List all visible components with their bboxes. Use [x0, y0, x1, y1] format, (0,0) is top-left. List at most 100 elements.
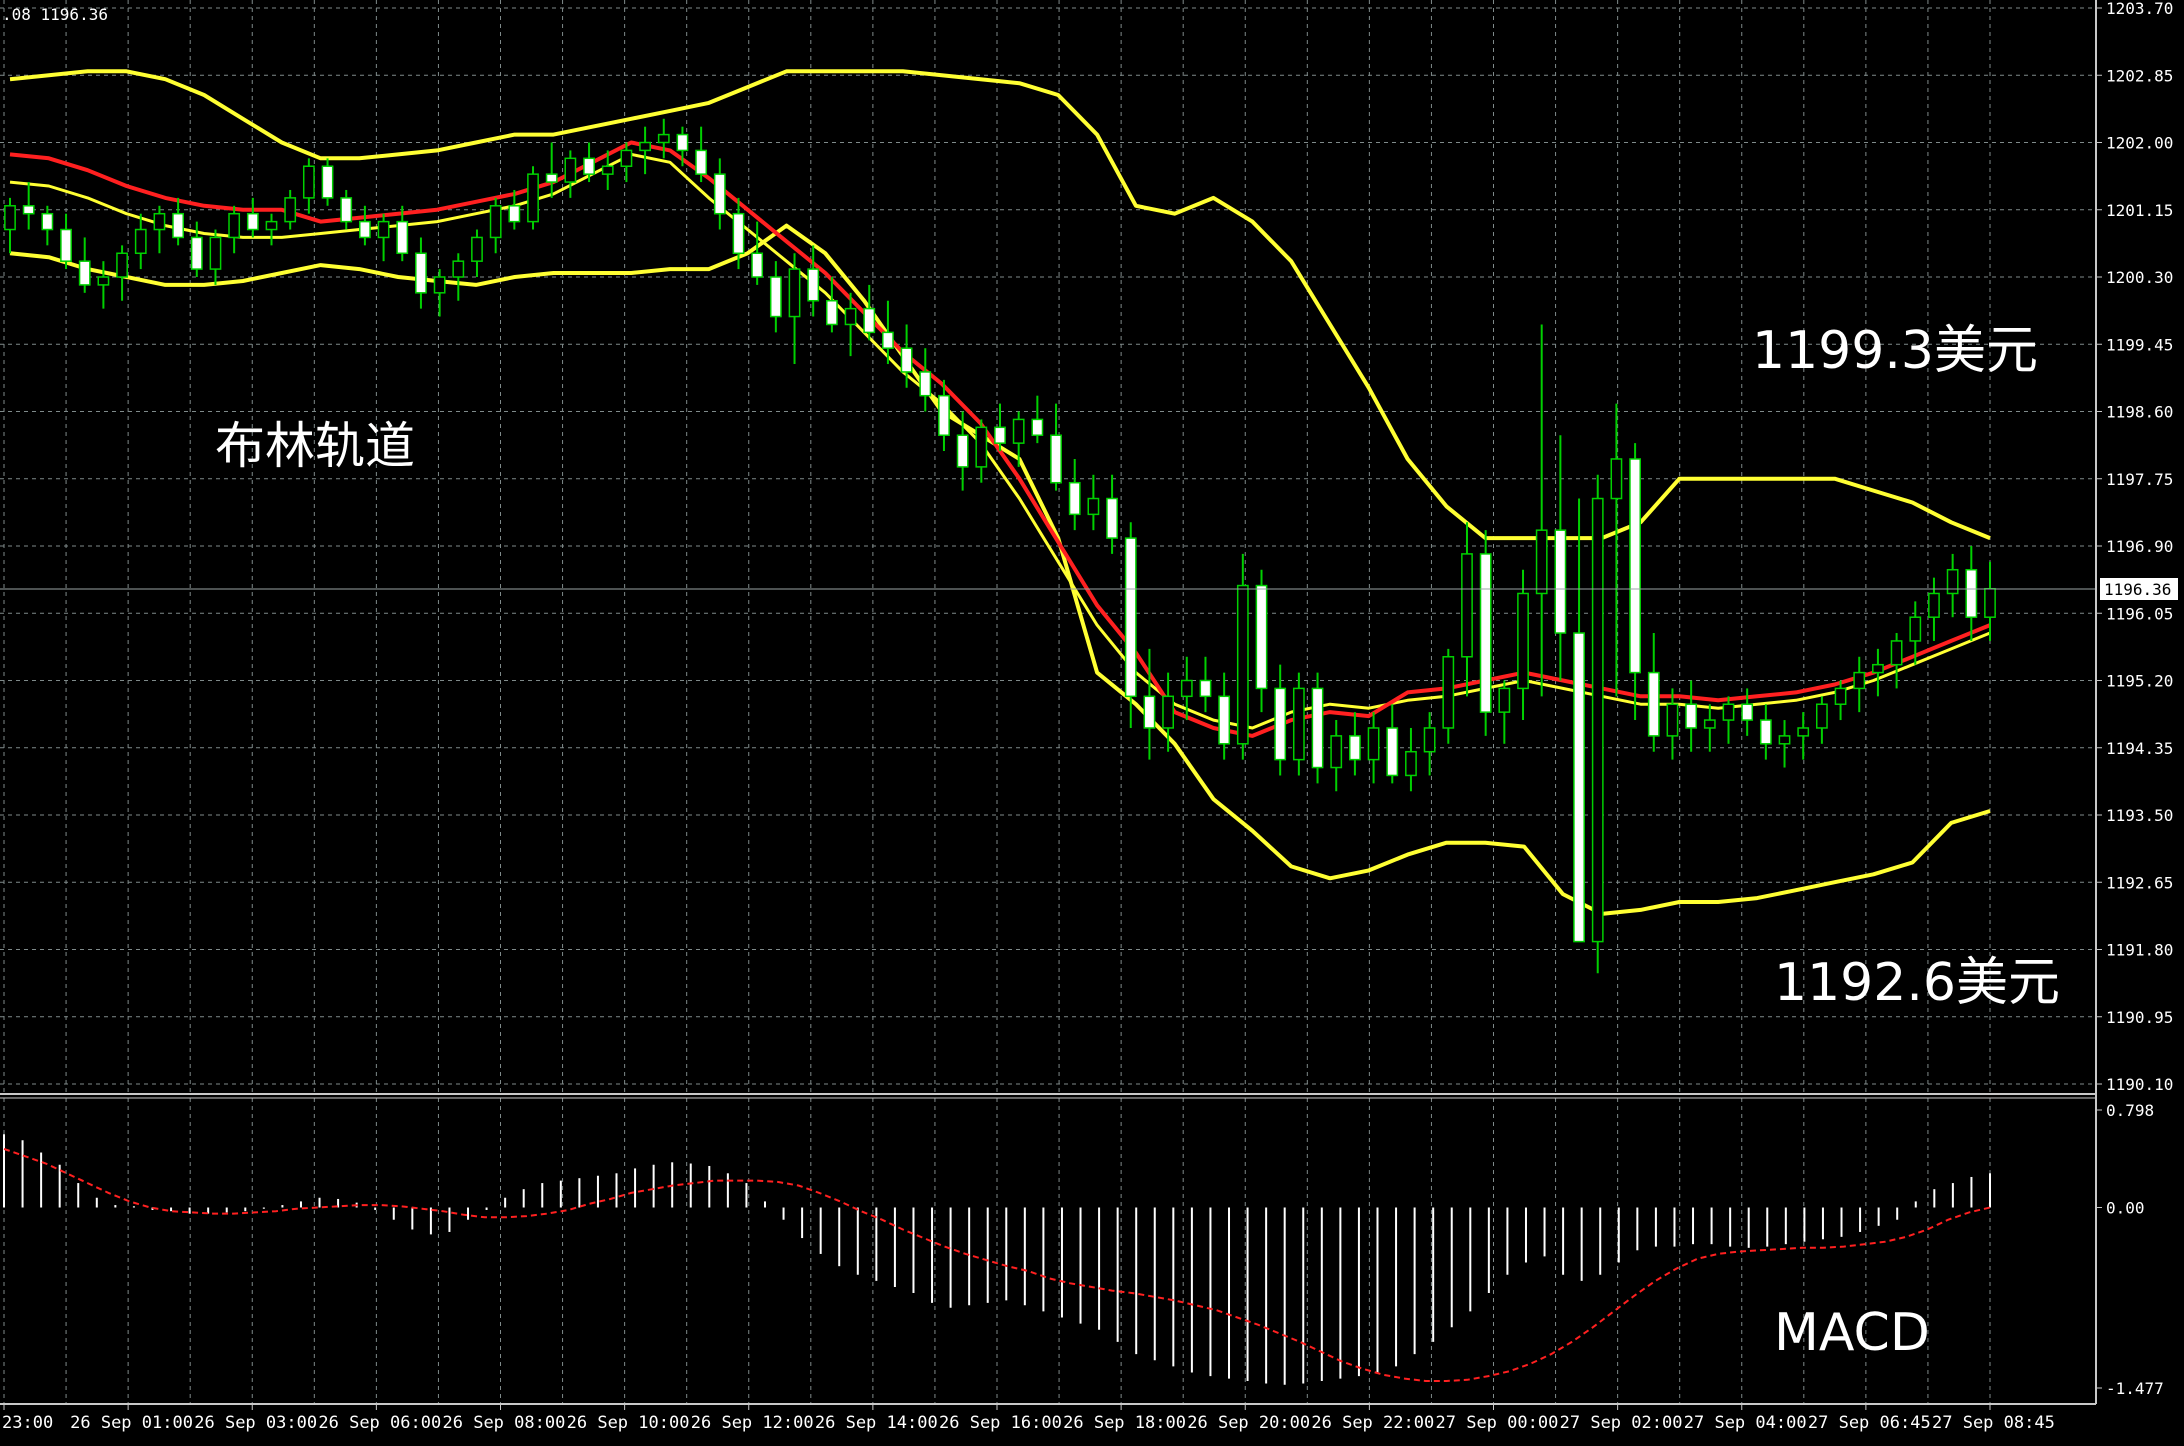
time-tick-label: 27 Sep 06:45 [1808, 1413, 1931, 1433]
macd-tick-label: -1.477 [2106, 1379, 2164, 1398]
price-tick-label: 1201.15 [2106, 201, 2173, 220]
time-tick-label: 26 Sep 18:00 [1063, 1413, 1186, 1433]
price-tick-label: 1202.85 [2106, 66, 2173, 85]
candle-bear [1349, 735, 1361, 761]
candle-bull [1591, 497, 1604, 943]
bollinger-label: 布林轨道 [215, 417, 415, 475]
candle-bear [1031, 418, 1044, 436]
price-tick-label: 1199.45 [2106, 335, 2173, 354]
candle-bear [938, 394, 950, 436]
candle-bear [1759, 719, 1772, 745]
candle-bull [1330, 735, 1343, 769]
candle-bear [1124, 537, 1137, 698]
candle-bear [826, 299, 838, 326]
candle-bull [1872, 663, 1884, 674]
candle-bull [1461, 553, 1473, 658]
candle-bull [265, 220, 278, 231]
candle-bear [41, 212, 54, 231]
candle-bull [1946, 568, 1959, 595]
time-tick-label: 26 Sep 08:00 [443, 1413, 566, 1433]
candle-bull [1087, 497, 1100, 516]
candle-bear [246, 212, 259, 231]
upper-price-annotation: 1199.3美元 [1752, 321, 2038, 381]
price-tick-label: 1195.20 [2106, 672, 2173, 691]
candle-bull [1610, 458, 1623, 500]
time-tick-label: 26 Sep 10:00 [567, 1413, 690, 1433]
candle-bull [1405, 750, 1417, 777]
candle-bear [60, 228, 72, 262]
candle-bull [134, 228, 147, 255]
current-price-tag: 1196.36 [2100, 578, 2178, 600]
candle-bull [1162, 695, 1175, 729]
time-tick-label: 26 Sep 06:00 [318, 1413, 441, 1433]
candle-bull [471, 236, 483, 262]
candle-bull [1984, 587, 1996, 618]
candle-bear [78, 260, 91, 286]
candle-bull [1498, 687, 1511, 713]
candle-bear [172, 212, 184, 239]
candle-bear [900, 347, 913, 373]
price-tick-label: 1192.65 [2106, 873, 2173, 892]
price-tick-label: 1202.00 [2106, 134, 2173, 153]
candle-bear [321, 165, 334, 199]
candle-bull [116, 252, 128, 278]
time-tick-label: 26 Sep 01:00 [70, 1413, 193, 1433]
candle-bull [1012, 418, 1025, 444]
time-tick-label: 26 Sep 20:00 [1187, 1413, 1310, 1433]
candle-bear [1479, 553, 1492, 713]
candle-bear [545, 173, 558, 183]
candle-bear [1573, 632, 1585, 943]
time-tick-label: 26 Sep 22:00 [1311, 1413, 1434, 1433]
candle-bull [4, 205, 16, 231]
candle-bear [359, 220, 371, 239]
candle-bear [882, 331, 894, 349]
price-tick-label: 1198.60 [2106, 403, 2173, 422]
candle-bear [1068, 481, 1081, 516]
candle-bull [489, 205, 502, 239]
macd-tick-label: 0.00 [2106, 1199, 2145, 1218]
time-tick-label: 23:00 [2, 1413, 53, 1433]
candle-bear [863, 307, 876, 334]
candle-bear [1050, 434, 1062, 484]
current-price-value: 1196.36 [2104, 580, 2171, 599]
candle-bear [751, 252, 764, 278]
candle-bull [1909, 616, 1922, 642]
candle-bull [788, 268, 801, 318]
price-tick-label: 1194.35 [2106, 739, 2173, 758]
candle-bear [583, 157, 595, 175]
candle-bull [377, 220, 390, 239]
candle-bull [1797, 727, 1810, 737]
candle-bull [302, 165, 315, 199]
candle-bear [769, 276, 782, 318]
price-tick-label: 1197.75 [2106, 470, 2173, 489]
candle-bear [1311, 687, 1324, 769]
time-tick-label: 27 Sep 08:45 [1932, 1413, 2055, 1433]
candle-bull [657, 133, 670, 144]
candle-bear [415, 252, 427, 294]
candle-bear [22, 205, 35, 215]
trading-chart: 1203.70 1202.85 1202.00 1201.15 1200.30 1199.… [0, 0, 2184, 1446]
macd-label: MACD [1774, 1303, 1930, 1363]
candle-bear [994, 426, 1006, 444]
candle-bear [676, 133, 689, 152]
candle-bull [452, 260, 465, 278]
candle-bear [1218, 695, 1231, 745]
candle-bull [1816, 703, 1828, 729]
price-tick-label: 1193.50 [2106, 806, 2173, 825]
candle-bull [284, 197, 297, 223]
candle-bear [1106, 497, 1118, 539]
candle-bear [1386, 727, 1399, 777]
candle-bull [975, 426, 988, 468]
candle-bull [153, 212, 166, 231]
time-tick-label: 26 Sep 03:00 [194, 1413, 317, 1433]
macd-tick-label: 0.798 [2106, 1101, 2154, 1120]
candle-bull [1292, 687, 1305, 761]
time-tick-label: 27 Sep 02:00 [1560, 1413, 1683, 1433]
chart-background [0, 0, 2184, 1446]
candle-bull [1703, 719, 1716, 729]
candle-bull [1928, 592, 1940, 618]
candle-bull [1666, 703, 1679, 737]
candle-bear [190, 236, 203, 270]
time-tick-label: 26 Sep 16:00 [939, 1413, 1062, 1433]
candle-bear [396, 220, 409, 255]
